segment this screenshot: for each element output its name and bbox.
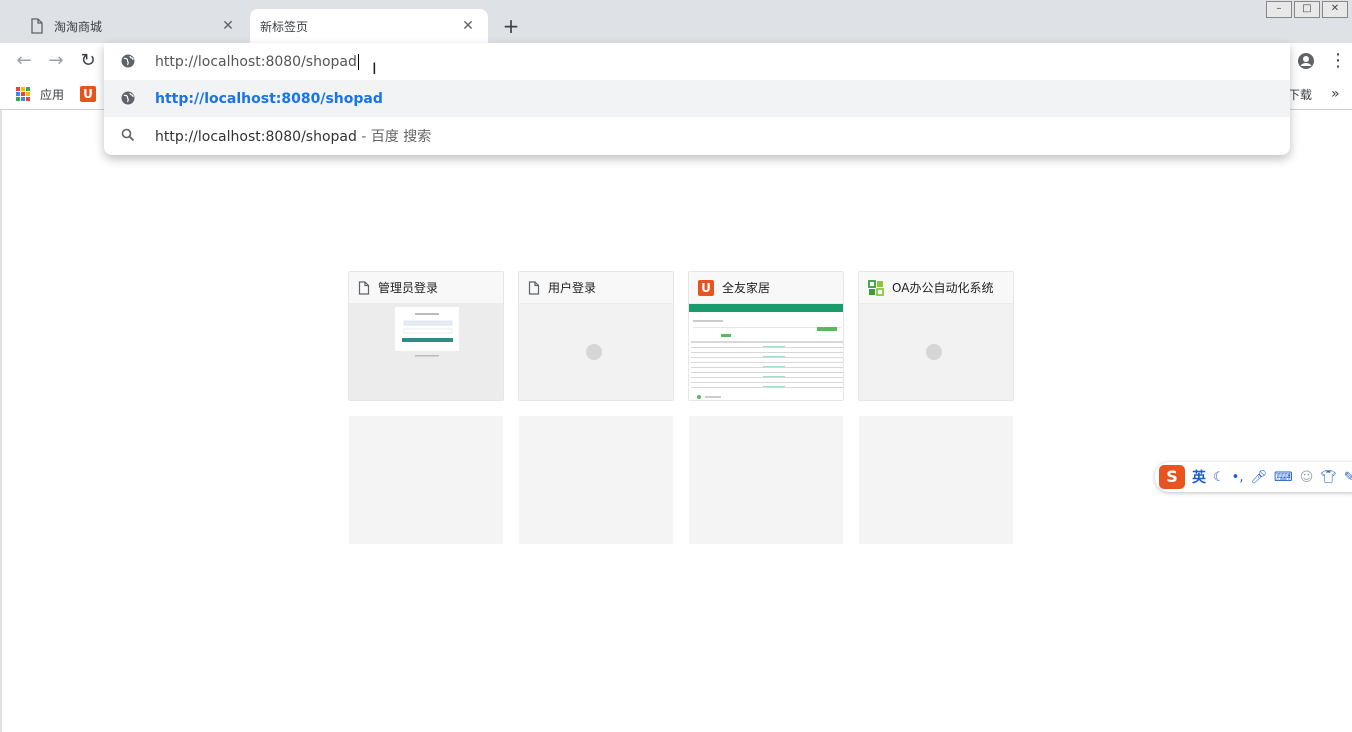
oa-grid-icon: [868, 279, 884, 296]
tab-new[interactable]: 新标签页 ✕: [250, 9, 488, 43]
address-input[interactable]: http://localhost:8080/shopad: [155, 53, 359, 70]
tile-thumbnail: [689, 304, 843, 400]
reload-button[interactable]: ↻: [78, 51, 98, 71]
address-input-value: http://localhost:8080/shopad: [155, 53, 357, 70]
tab-title: 新标签页: [260, 19, 309, 34]
skin-shirt-icon[interactable]: 👕︎: [1320, 470, 1337, 485]
tab-close-icon[interactable]: ✕: [220, 18, 236, 34]
empty-tile: [859, 416, 1013, 544]
ibeam-cursor-icon: I: [372, 59, 377, 78]
u-logo-icon: U: [80, 86, 96, 102]
tile-label: OA办公自动化系统: [892, 281, 994, 295]
tab-taotao[interactable]: 淘淘商城 ✕: [8, 9, 248, 43]
quanyou-table-thumbnail: [689, 304, 843, 399]
tile-label: 管理员登录: [378, 281, 439, 295]
omnibox-suggestion-url[interactable]: http://localhost:8080/shopad: [104, 80, 1290, 117]
search-suggestion-text: http://localhost:8080/shopad - 百度 搜索: [155, 126, 431, 146]
back-button[interactable]: ←: [14, 51, 34, 71]
new-tab-button[interactable]: +: [500, 15, 522, 37]
loading-dot-icon: [586, 344, 602, 360]
tile-oa-system[interactable]: OA办公自动化系统: [858, 271, 1014, 401]
maximize-button[interactable]: □: [1294, 1, 1320, 18]
document-icon: [31, 18, 43, 34]
suggestion-url-text: http://localhost:8080/shopad: [155, 90, 383, 107]
ime-mode-toggle[interactable]: 英: [1192, 467, 1206, 487]
tile-thumbnail: [519, 304, 673, 400]
keyboard-icon[interactable]: ⌨: [1274, 470, 1293, 485]
omnibox-suggestion-search[interactable]: http://localhost:8080/shopad - 百度 搜索: [104, 117, 1290, 154]
tile-label: 用户登录: [548, 281, 597, 295]
omnibox-dropdown: http://localhost:8080/shopad I http://lo…: [104, 43, 1290, 155]
loading-dot-icon: [926, 344, 942, 360]
window-controls: – □ ✕: [1264, 1, 1348, 18]
document-icon: [358, 280, 370, 295]
text-caret: [357, 53, 359, 70]
tab-strip: 淘淘商城 ✕ 新标签页 ✕ + – □ ✕: [0, 0, 1352, 43]
profile-icon[interactable]: [1297, 52, 1315, 70]
search-query: http://localhost:8080/shopad: [155, 128, 357, 145]
u-logo-icon: U: [698, 279, 714, 296]
search-engine-suffix: - 百度 搜索: [356, 128, 432, 145]
tile-user-login[interactable]: 用户登录: [518, 271, 674, 401]
tile-quanyou[interactable]: U 全友家居: [688, 271, 844, 401]
close-window-button[interactable]: ✕: [1322, 1, 1348, 18]
tools-icon[interactable]: ✎: [1344, 470, 1352, 485]
menu-button[interactable]: ⋮: [1328, 51, 1348, 71]
empty-tile: [689, 416, 843, 544]
moon-icon[interactable]: ☾: [1213, 470, 1225, 485]
user-icon[interactable]: ☺: [1300, 470, 1314, 485]
ime-toolbar[interactable]: S 英 ☾ •, 🎤︎ ⌨ ☺ 👕︎ ✎: [1155, 462, 1352, 492]
search-icon: [121, 128, 135, 142]
apps-label: 应用: [40, 87, 65, 102]
globe-icon: [121, 54, 135, 68]
tile-thumbnail: [349, 304, 503, 400]
empty-tile: [519, 416, 673, 544]
apps-bookmark[interactable]: 应用: [16, 85, 64, 103]
microphone-icon[interactable]: 🎤︎: [1250, 470, 1267, 485]
admin-login-thumbnail: [395, 307, 459, 357]
tile-thumbnail: [859, 304, 1013, 400]
tile-label: 全友家居: [722, 281, 771, 295]
sogou-logo-icon[interactable]: S: [1159, 465, 1185, 489]
bookmark-fragment[interactable]: 下载: [1288, 85, 1312, 103]
page-left-border: [0, 110, 2, 732]
tile-admin-login[interactable]: 管理员登录: [348, 271, 504, 401]
minimize-button[interactable]: –: [1266, 1, 1292, 18]
tab-title: 淘淘商城: [54, 19, 103, 34]
apps-grid-icon: [16, 87, 30, 101]
bookmarks-overflow-button[interactable]: »: [1331, 85, 1340, 103]
punctuation-icon[interactable]: •,: [1232, 470, 1244, 485]
empty-tile: [349, 416, 503, 544]
tab-close-icon[interactable]: ✕: [460, 18, 476, 34]
document-icon: [528, 280, 540, 295]
u-bookmark[interactable]: U: [80, 85, 96, 103]
globe-icon: [121, 91, 135, 105]
address-bar[interactable]: http://localhost:8080/shopad I: [104, 43, 1290, 80]
forward-button[interactable]: →: [46, 51, 66, 71]
